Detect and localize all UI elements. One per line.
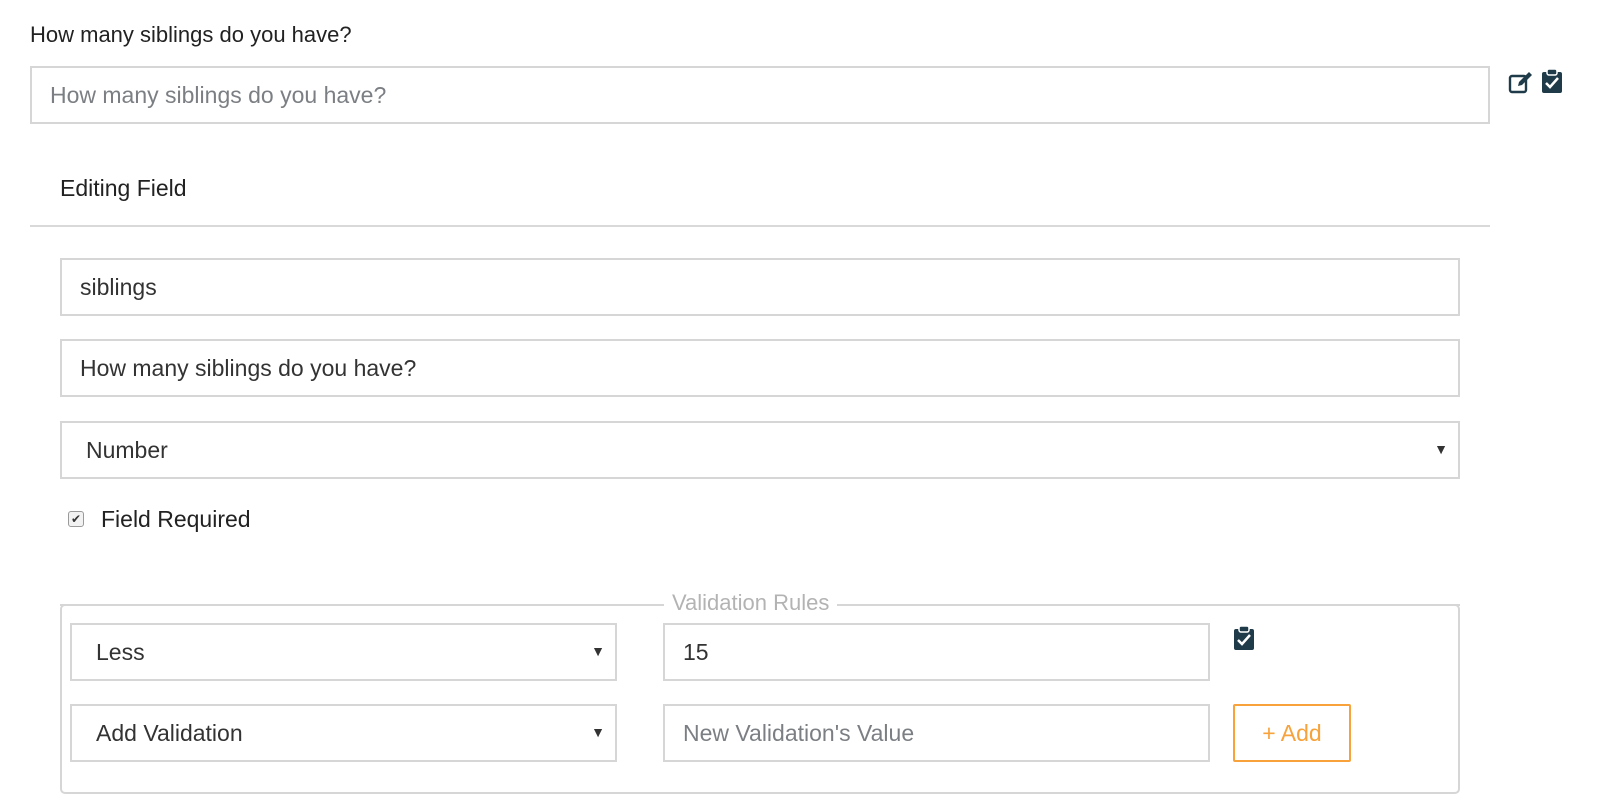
section-divider: [30, 225, 1490, 227]
validation-rules-legend: Validation Rules: [664, 590, 838, 616]
clipboard-check-icon[interactable]: [1541, 68, 1567, 94]
field-required-label: Field Required: [101, 506, 251, 532]
rule-type-select[interactable]: Less ▼: [70, 623, 617, 681]
legend-line-left: [60, 604, 658, 606]
add-validation-button[interactable]: + Add: [1233, 704, 1351, 762]
legend-line-right: [860, 604, 1460, 606]
add-validation-value: Add Validation: [96, 719, 243, 746]
caret-down-icon: ▼: [1434, 441, 1448, 458]
add-validation-select[interactable]: Add Validation ▼: [70, 704, 617, 762]
caret-down-icon: ▼: [591, 724, 605, 741]
new-validation-value-input[interactable]: New Validation's Value: [663, 704, 1210, 762]
field-type-select[interactable]: Number ▼: [60, 421, 1460, 479]
editing-field-heading: Editing Field: [60, 175, 187, 201]
field-required-checkbox[interactable]: ✔: [68, 511, 84, 527]
question-preview-input[interactable]: How many siblings do you have?: [30, 66, 1490, 124]
rule-value-input[interactable]: 15: [663, 623, 1210, 681]
edit-icon[interactable]: [1508, 70, 1534, 96]
field-label-input[interactable]: How many siblings do you have?: [60, 339, 1460, 397]
clipboard-check-icon[interactable]: [1233, 625, 1259, 651]
field-name-input[interactable]: siblings: [60, 258, 1460, 316]
rule-type-value: Less: [96, 638, 145, 665]
question-title: How many siblings do you have?: [30, 22, 352, 47]
field-type-value: Number: [86, 436, 168, 463]
caret-down-icon: ▼: [591, 643, 605, 660]
